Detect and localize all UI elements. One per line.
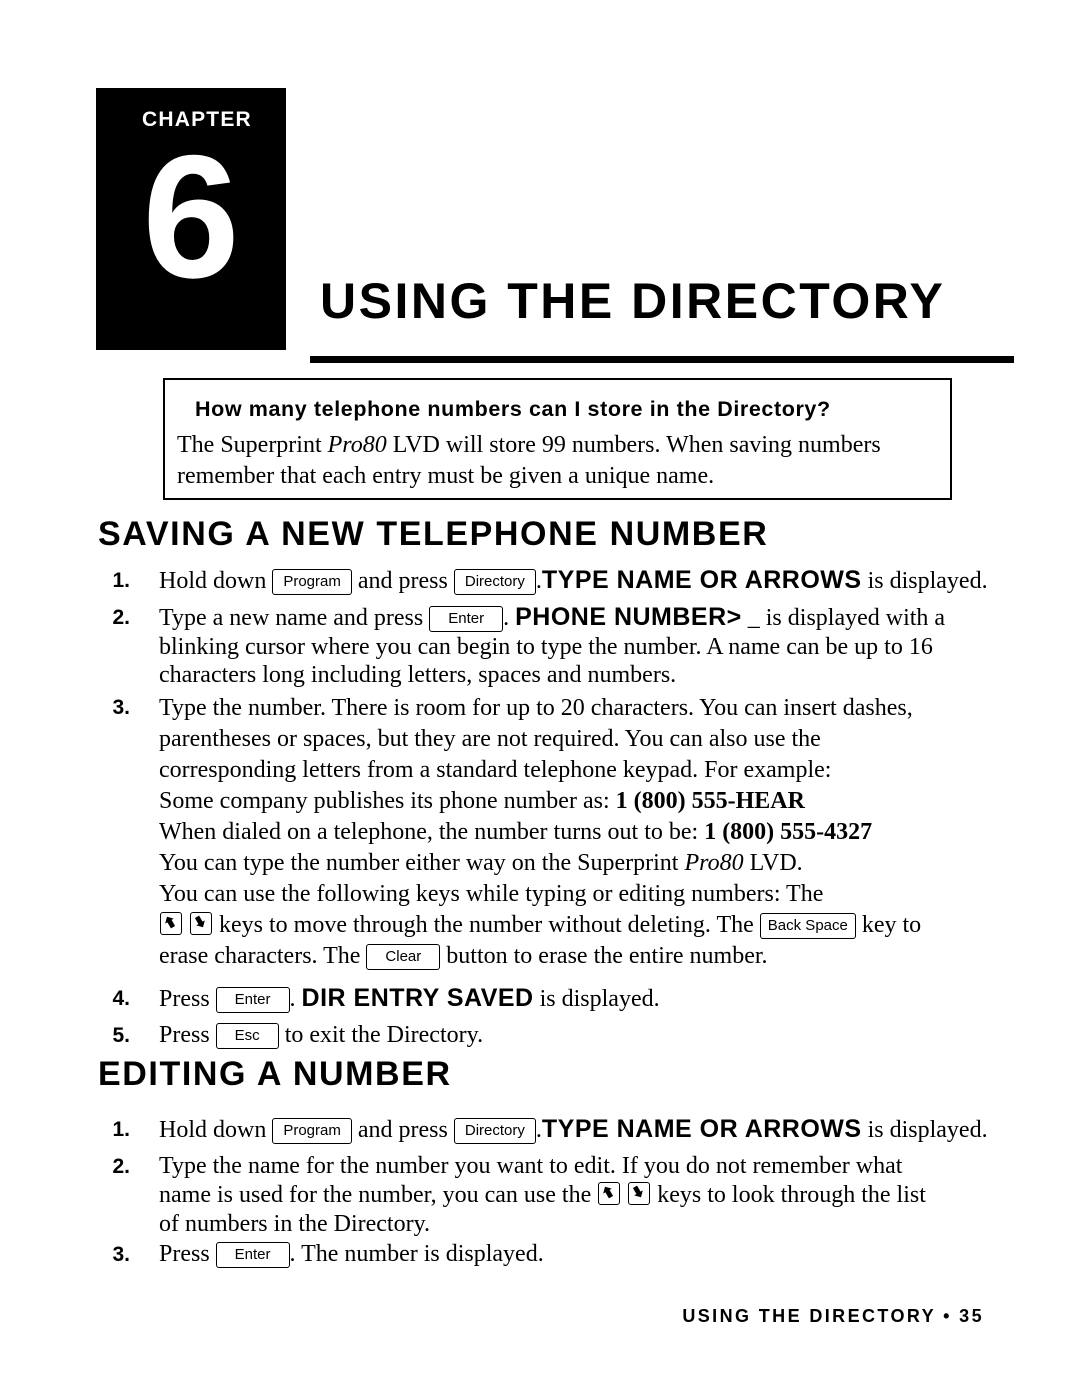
step-text: Type the number. There is room for up to… — [159, 693, 1019, 972]
section-heading-saving: SAVING A NEW TELEPHONE NUMBER — [98, 515, 769, 553]
page-title: USING THE DIRECTORY — [320, 273, 946, 329]
key-back-space[interactable]: Back Space — [759, 913, 856, 939]
faq-answer-part2: LVD will store 99 numbers. When saving n… — [386, 432, 881, 458]
step-number: 1. — [112, 569, 130, 592]
key-esc[interactable]: Esc — [215, 1023, 279, 1049]
step-text-fragment: is displayed. — [867, 568, 988, 594]
key-enter[interactable]: Enter — [215, 1242, 290, 1268]
faq-box: How many telephone numbers can I store i… — [163, 378, 952, 500]
faq-answer-product: Pro80 — [327, 432, 387, 458]
step-text-fragment: Type the name for the number you want to… — [159, 1153, 903, 1179]
step-number: 2. — [112, 606, 130, 629]
step-number: 2. — [112, 1155, 130, 1178]
step-number: 3. — [112, 696, 130, 719]
step-text: Press Enter. The number is displayed. — [159, 1240, 1019, 1269]
step-text-fragment: of numbers in the Directory. — [159, 1211, 431, 1237]
faq-answer-part1: The Superprint — [177, 432, 328, 458]
step-text-fragment: corresponding letters from a standard te… — [159, 757, 832, 783]
page-footer: USING THE DIRECTORY • 35 — [682, 1306, 984, 1326]
step-text-fragment: _ is displayed with a — [747, 605, 946, 631]
step-text: Press Enter. DIR ENTRY SAVED is displaye… — [159, 984, 1019, 1014]
chapter-badge: CHAPTER 6 — [96, 88, 286, 350]
step-text-fragment: Hold down — [159, 568, 267, 594]
step-text-fragment: name is used for the number, you can use… — [159, 1182, 592, 1208]
step-text-fragment: Some company publishes its phone number … — [159, 788, 616, 814]
step-text-fragment: Type a new name and press — [159, 605, 424, 631]
step-text-fragment: and press — [357, 1117, 448, 1143]
lcd-type-name-or-arrows: TYPE NAME OR ARROWS — [541, 1115, 862, 1143]
step-text-fragment: erase characters. The — [159, 943, 361, 969]
step-text-fragment: characters long including letters, space… — [159, 662, 677, 688]
key-clear[interactable]: Clear — [366, 944, 441, 970]
title-divider — [310, 356, 1014, 363]
step-text-fragment: You can type the number either way on th… — [159, 850, 685, 876]
key-program[interactable]: Program — [272, 569, 352, 595]
step-text: Press Esc to exit the Directory. — [159, 1021, 1019, 1050]
key-directory[interactable]: Directory — [453, 569, 536, 595]
step-text: Type the name for the number you want to… — [159, 1152, 1019, 1239]
step-text-fragment: is displayed. — [539, 986, 660, 1012]
step-text-fragment: When dialed on a telephone, the number t… — [159, 819, 705, 845]
key-arrow-left[interactable] — [598, 1182, 621, 1205]
step-number: 5. — [112, 1024, 130, 1047]
lcd-type-name-or-arrows: TYPE NAME OR ARROWS — [541, 566, 862, 594]
step-text-fragment: keys to move through the number without … — [219, 912, 754, 938]
step-text-fragment: button to erase the entire number. — [446, 943, 768, 969]
step-text-fragment: LVD. — [743, 850, 803, 876]
key-enter[interactable]: Enter — [429, 606, 504, 632]
step-text: Hold down Program and press Directory .TY… — [159, 566, 1019, 596]
key-arrow-left[interactable] — [160, 912, 182, 935]
step-text-fragment: Press — [159, 1241, 210, 1267]
step-number: 4. — [112, 987, 130, 1010]
step-text-fragment: blinking cursor where you can begin to t… — [159, 633, 933, 660]
key-enter[interactable]: Enter — [215, 987, 290, 1013]
step-text-fragment: . — [289, 986, 296, 1012]
product-name: Pro80 — [684, 850, 744, 876]
step-text-fragment: . — [503, 605, 510, 631]
faq-answer-part3: remember that each entry must be given a… — [177, 463, 715, 489]
step-text-fragment: parentheses or spaces, but they are not … — [159, 726, 821, 752]
step-text: Type a new name and press Enter. PHONE N… — [159, 603, 1019, 690]
step-text-fragment: and press — [357, 568, 448, 594]
key-arrow-right[interactable] — [190, 912, 212, 935]
step-text: Hold down Program and press Directory .TY… — [159, 1115, 1019, 1145]
step-text-fragment: Hold down — [159, 1117, 267, 1143]
key-directory[interactable]: Directory — [453, 1118, 536, 1144]
key-program[interactable]: Program — [272, 1118, 352, 1144]
lcd-phone-number: PHONE NUMBER> — [515, 603, 742, 631]
key-arrow-right[interactable] — [628, 1182, 651, 1205]
step-text-fragment: Press — [159, 986, 210, 1012]
step-text-fragment: to exit the Directory. — [284, 1022, 484, 1048]
example-number-digits: 1 (800) 555-4327 — [704, 819, 873, 845]
faq-answer: The Superprint Pro80 LVD will store 99 n… — [177, 430, 947, 492]
section-heading-editing: EDITING A NUMBER — [98, 1055, 452, 1093]
example-number-letters: 1 (800) 555-HEAR — [615, 788, 805, 814]
step-text-fragment: Press — [159, 1022, 210, 1048]
step-text-fragment: key to — [861, 912, 922, 938]
step-text-fragment: Type the number. There is room for up to… — [159, 695, 913, 721]
chapter-number: 6 — [142, 120, 240, 315]
step-number: 1. — [112, 1118, 130, 1141]
step-text-fragment: . The number is displayed. — [289, 1241, 544, 1267]
step-number: 3. — [112, 1243, 130, 1266]
lcd-dir-entry-saved: DIR ENTRY SAVED — [301, 984, 534, 1012]
step-text-fragment: is displayed. — [867, 1117, 988, 1143]
step-text-fragment: You can use the following keys while typ… — [159, 881, 824, 907]
faq-question: How many telephone numbers can I store i… — [195, 397, 831, 421]
step-text-fragment: keys to look through the list — [657, 1182, 926, 1208]
